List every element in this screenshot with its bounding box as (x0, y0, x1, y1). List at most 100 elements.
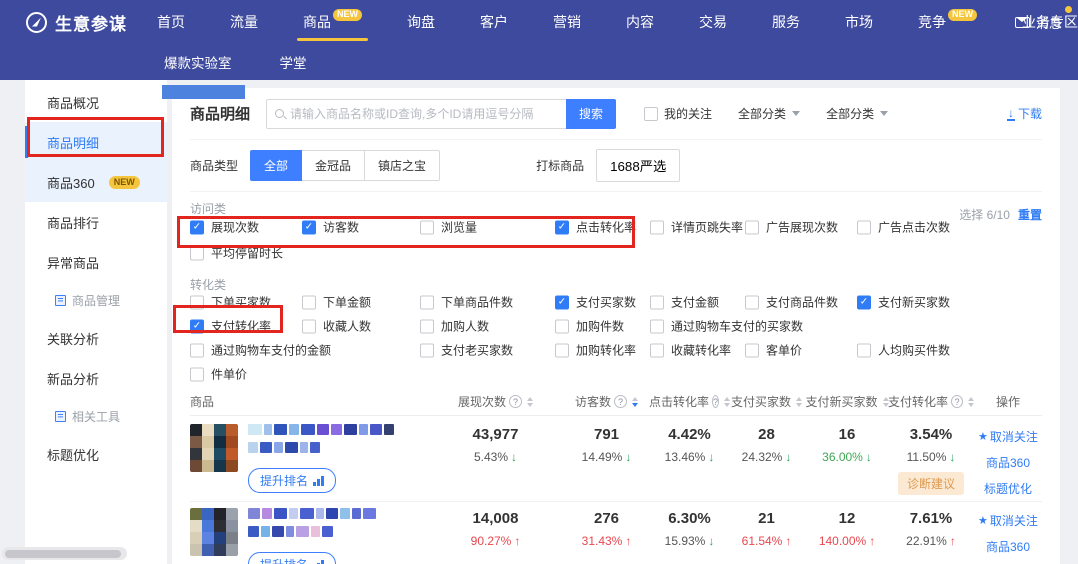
metric-checkbox-浏览量[interactable]: 浏览量 (420, 219, 477, 236)
sort-icon[interactable] (632, 397, 638, 407)
nav-item-市场[interactable]: 市场 (845, 12, 873, 32)
metric-checkbox-支付转化率[interactable]: ✓支付转化率 (190, 318, 271, 335)
product-thumbnail[interactable] (190, 508, 238, 556)
action-link-商品360[interactable]: 商品360 (986, 538, 1030, 555)
sidebar-item-关联分析[interactable]: 关联分析 (25, 318, 167, 358)
search-placeholder: 请输入商品名称或ID查询,多个ID请用逗号分隔 (290, 105, 533, 122)
product-title-redacted[interactable]: 提升排名 (248, 424, 394, 501)
metric-checkbox-支付金额[interactable]: 支付金额 (650, 294, 719, 311)
metric-checkbox-人均购买件数[interactable]: 人均购买件数 (857, 342, 950, 359)
type-option-全部[interactable]: 全部 (250, 150, 302, 181)
metric-checkbox-通过购物车支付的金额[interactable]: 通过购物车支付的金额 (190, 342, 331, 359)
metric-checkbox-客单价[interactable]: 客单价 (745, 342, 802, 359)
sort-icon[interactable] (796, 397, 802, 407)
app-logo[interactable]: 生意参谋 (26, 10, 147, 35)
nav-item-label: 商品 (303, 12, 331, 32)
column-header-展现次数[interactable]: 展现次数? (430, 393, 561, 410)
sidebar-item-商品排行[interactable]: 商品排行 (25, 202, 167, 242)
sidebar-item-异常商品[interactable]: 异常商品 (25, 242, 167, 282)
sidebar-item-商品明细[interactable]: 商品明细 (25, 122, 167, 162)
search-input[interactable]: 请输入商品名称或ID查询,多个ID请用逗号分隔 (266, 99, 566, 129)
promote-rank-button[interactable]: 提升排名 (248, 468, 336, 493)
nav-item-营销[interactable]: 营销 (553, 12, 581, 32)
metric-checkbox-支付新买家数[interactable]: ✓支付新买家数 (857, 294, 950, 311)
metric-checkbox-件单价[interactable]: 件单价 (190, 366, 247, 383)
metric-checkbox-加购件数[interactable]: 加购件数 (555, 318, 624, 335)
nav-item-内容[interactable]: 内容 (626, 12, 654, 32)
messages-button[interactable]: 消息 (1015, 0, 1062, 44)
column-header-点击转化率[interactable]: 点击转化率? (652, 393, 727, 410)
download-button[interactable]: ↓ 下载 (1008, 105, 1042, 122)
nav-item-客户[interactable]: 客户 (480, 12, 508, 32)
metric-checkbox-支付商品件数[interactable]: 支付商品件数 (745, 294, 838, 311)
nav-item-交易[interactable]: 交易 (699, 12, 727, 32)
nav-item-商品[interactable]: 商品NEW (303, 12, 362, 32)
metric-checkbox-下单金额[interactable]: 下单金额 (302, 294, 371, 311)
metric-checkbox-广告展现次数[interactable]: 广告展现次数 (745, 219, 838, 236)
metric-checkbox-支付买家数[interactable]: ✓支付买家数 (555, 294, 636, 311)
metric-checkbox-下单商品件数[interactable]: 下单商品件数 (420, 294, 513, 311)
sidebar-item-相关工具[interactable]: 相关工具 (25, 398, 167, 434)
help-icon[interactable]: ? (712, 395, 719, 408)
metric-checkbox-收藏转化率[interactable]: 收藏转化率 (650, 342, 731, 359)
sidebar-item-商品360[interactable]: 商品360NEW (25, 162, 167, 202)
scrollbar-thumb[interactable] (5, 550, 121, 558)
diagnose-suggestion-badge[interactable]: 诊断建议 (898, 472, 964, 495)
action-link-取消关注[interactable]: ★取消关注 (978, 512, 1038, 529)
column-header-支付买家数[interactable]: 支付买家数 (727, 393, 806, 410)
metric-cell-展现次数: 14,00890.27%↑ (430, 508, 561, 564)
nav-item-竞争[interactable]: 竞争NEW (918, 12, 977, 32)
action-label: 商品360 (986, 454, 1030, 471)
sidebar-item-商品概况[interactable]: 商品概况 (25, 82, 167, 122)
mosaic-pixel (214, 544, 226, 556)
nav-item-流量[interactable]: 流量 (230, 12, 258, 32)
action-link-取消关注[interactable]: ★取消关注 (978, 428, 1038, 445)
product-thumbnail[interactable] (190, 424, 238, 472)
sidebar-item-新品分析[interactable]: 新品分析 (25, 358, 167, 398)
subnav-item-爆款实验室[interactable]: 爆款实验室 (164, 52, 232, 72)
category-dropdown-2[interactable]: 全部分类 (826, 105, 888, 122)
help-icon[interactable]: ? (614, 395, 627, 408)
column-header-支付新买家数[interactable]: 支付新买家数 (806, 393, 888, 410)
search-button[interactable]: 搜索 (566, 99, 616, 129)
metric-checkbox-详情页跳失率[interactable]: 详情页跳失率 (650, 219, 743, 236)
promote-rank-button[interactable]: 提升排名 (248, 552, 336, 564)
sort-icon[interactable] (527, 397, 533, 407)
metric-checkbox-加购转化率[interactable]: 加购转化率 (555, 342, 636, 359)
metric-checkbox-展现次数[interactable]: ✓展现次数 (190, 219, 259, 236)
metric-checkbox-点击转化率[interactable]: ✓点击转化率 (555, 219, 636, 236)
category-dropdown-1[interactable]: 全部分类 (738, 105, 800, 122)
reset-button[interactable]: 重置 (1018, 206, 1042, 223)
metric-checkbox-广告点击次数[interactable]: 广告点击次数 (857, 219, 950, 236)
nav-item-询盘[interactable]: 询盘 (407, 12, 435, 32)
metric-checkbox-下单买家数[interactable]: 下单买家数 (190, 294, 271, 311)
metric-checkbox-加购人数[interactable]: 加购人数 (420, 318, 489, 335)
metric-checkbox-收藏人数[interactable]: 收藏人数 (302, 318, 371, 335)
product-cell: 提升排名 (190, 424, 430, 501)
metric-checkbox-通过购物车支付的买家数[interactable]: 通过购物车支付的买家数 (650, 318, 803, 335)
tag-option-1688严选[interactable]: 1688严选 (596, 149, 680, 182)
column-header-支付转化率[interactable]: 支付转化率? (888, 393, 974, 410)
my-follow-checkbox[interactable]: 我的关注 (644, 105, 712, 122)
sidebar-item-商品管理[interactable]: 商品管理 (25, 282, 167, 318)
metric-checkbox-访客数[interactable]: ✓访客数 (302, 219, 359, 236)
subnav-item-学堂[interactable]: 学堂 (280, 52, 307, 72)
checkbox-icon (650, 295, 664, 309)
action-link-商品360[interactable]: 商品360 (986, 454, 1030, 471)
product-title-redacted[interactable]: 提升排名 (248, 508, 376, 564)
action-link-标题优化[interactable]: 标题优化 (984, 480, 1032, 497)
help-icon[interactable]: ? (509, 395, 522, 408)
metric-checkbox-支付老买家数[interactable]: 支付老买家数 (420, 342, 513, 359)
delta-value: 11.50% (907, 450, 947, 464)
metric-checkbox-平均停留时长[interactable]: 平均停留时长 (190, 245, 283, 262)
mosaic-pixel (214, 448, 226, 460)
sidebar-item-标题优化[interactable]: 标题优化 (25, 434, 167, 474)
metric-row: 下单买家数 下单金额 下单商品件数 ✓支付买家数支付金额 支付商品件数 ✓支付新买家数 (190, 290, 1042, 314)
help-icon[interactable]: ? (951, 395, 963, 408)
type-option-镇店之宝[interactable]: 镇店之宝 (364, 150, 440, 181)
mosaic-block (274, 508, 287, 519)
nav-item-首页[interactable]: 首页 (157, 12, 185, 32)
column-header-访客数[interactable]: 访客数? (561, 393, 652, 410)
type-option-金冠品[interactable]: 金冠品 (301, 150, 365, 181)
nav-item-服务[interactable]: 服务 (772, 12, 800, 32)
